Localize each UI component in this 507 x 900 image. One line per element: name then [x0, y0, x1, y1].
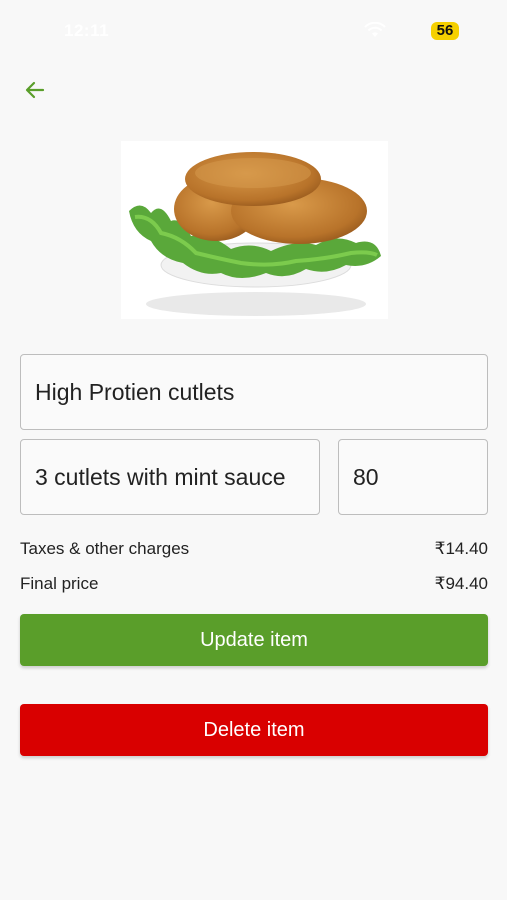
battery-level-badge: 56 — [431, 22, 459, 40]
arrow-left-icon — [25, 81, 45, 99]
update-item-button[interactable]: Update item — [20, 614, 488, 666]
item-name-input[interactable] — [35, 378, 473, 406]
taxes-row: Taxes & other charges ₹14.40 — [20, 537, 488, 561]
food-item-image[interactable] — [121, 141, 388, 319]
taxes-value: ₹14.40 — [434, 539, 488, 558]
status-bar: 12:11 56 — [0, 0, 507, 60]
final-price-row: Final price ₹94.40 — [20, 572, 488, 596]
item-name-field[interactable] — [20, 354, 488, 430]
wifi-icon — [364, 22, 386, 37]
cutlets-illustration — [129, 152, 381, 316]
back-button[interactable] — [20, 76, 50, 104]
item-price-input[interactable] — [353, 463, 473, 491]
final-price-label: Final price — [20, 574, 99, 593]
edit-item-screen: 12:11 56 High Protien cutlets 3 cutlets … — [0, 0, 507, 900]
delete-item-button[interactable]: Delete item — [20, 704, 488, 756]
item-price-field[interactable] — [338, 439, 488, 515]
taxes-label: Taxes & other charges — [20, 539, 190, 558]
status-time: 12:11 — [64, 21, 110, 40]
item-description-input[interactable] — [35, 463, 305, 491]
final-price-value: ₹94.40 — [434, 574, 488, 593]
item-description-field[interactable] — [20, 439, 320, 515]
